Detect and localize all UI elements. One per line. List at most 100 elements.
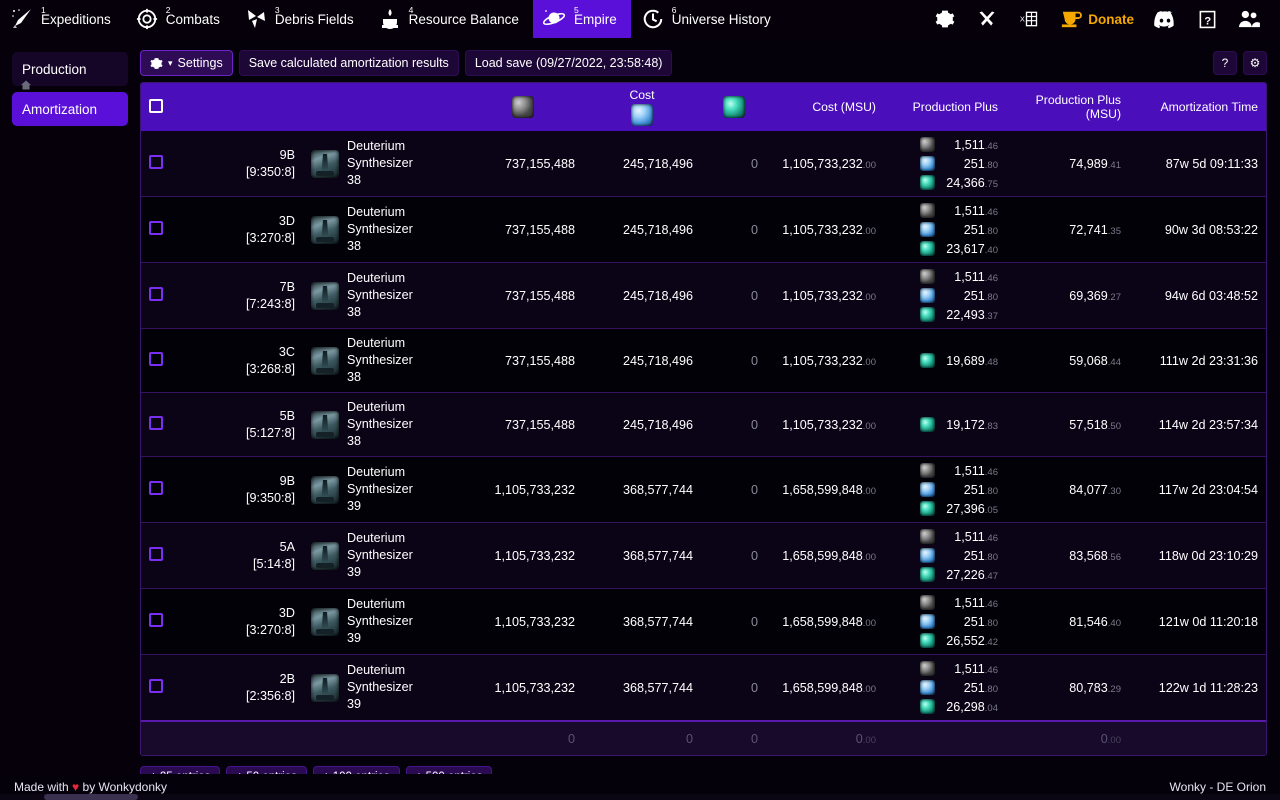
row-select-cell[interactable] — [141, 197, 183, 263]
table-row[interactable]: 2B [2:356:8] Deuterium Synthesizer39 1,1… — [141, 655, 1266, 722]
crystal-icon — [920, 614, 935, 629]
table-body: 9B [9:350:8] Deuterium Synthesizer38 737… — [141, 131, 1266, 721]
coordinate-full: [5:127:8] — [191, 425, 295, 442]
row-select-cell[interactable] — [141, 263, 183, 329]
coordinate-full: [2:356:8] — [191, 688, 295, 705]
nav-label: 6 Universe History — [672, 12, 771, 27]
building-cell: Deuterium Synthesizer39 — [303, 523, 463, 589]
row-checkbox[interactable] — [149, 679, 163, 693]
sidebar: Production Amortization — [0, 38, 140, 800]
nav-item-empire[interactable]: 5 Empire — [533, 0, 631, 38]
crystal-cost-header[interactable]: Cost — [583, 83, 701, 131]
horizontal-scrollbar-thumb[interactable] — [44, 794, 138, 800]
production-decimal: .46 — [985, 141, 998, 152]
building: Deuterium Synthesizer38 — [311, 335, 455, 386]
nav-label: 2 Combats — [166, 12, 220, 27]
row-select-cell[interactable] — [141, 329, 183, 393]
table-row[interactable]: 5B [5:127:8] Deuterium Synthesizer38 737… — [141, 393, 1266, 457]
metal-icon — [920, 137, 935, 152]
excel-export-icon[interactable]: X — [1008, 0, 1050, 38]
save-results-button[interactable]: Save calculated amortization results — [239, 50, 459, 76]
table-row[interactable]: 5A [5:14:8] Deuterium Synthesizer39 1,10… — [141, 523, 1266, 589]
help-question-icon[interactable]: ? — [1186, 0, 1228, 38]
building-header[interactable] — [303, 83, 463, 131]
production-line: 251.80 — [892, 222, 998, 237]
production-line: 19,172.83 — [892, 417, 998, 432]
row-select-cell[interactable] — [141, 131, 183, 197]
row-checkbox[interactable] — [149, 547, 163, 561]
sidebar-item-production[interactable]: Production — [12, 52, 128, 86]
production-decimal: .47 — [985, 571, 998, 582]
production-decimal: .40 — [985, 245, 998, 256]
coordinate-cell: 9B [9:350:8] — [183, 457, 303, 523]
footer-check — [141, 721, 183, 755]
production-value: 251.80 — [942, 157, 998, 171]
amortization-time-header[interactable]: Amortization Time — [1129, 83, 1266, 131]
table-settings-button[interactable]: ⚙ — [1243, 51, 1267, 75]
coordinate-full: [5:14:8] — [191, 556, 295, 573]
row-checkbox[interactable] — [149, 416, 163, 430]
table-row[interactable]: 3D [3:270:8] Deuterium Synthesizer39 1,1… — [141, 589, 1266, 655]
select-all-checkbox[interactable] — [149, 99, 163, 113]
production-decimal: .05 — [985, 505, 998, 516]
footer-production-plus — [884, 721, 1006, 755]
production-decimal: .83 — [985, 421, 998, 432]
row-checkbox[interactable] — [149, 481, 163, 495]
sidebar-item-label: Amortization — [22, 102, 97, 117]
building-cell: Deuterium Synthesizer38 — [303, 131, 463, 197]
metal-cost-cell: 737,155,488 — [463, 393, 583, 457]
gear-icon[interactable] — [924, 0, 966, 38]
production-plus-header[interactable]: Production Plus — [884, 83, 1006, 131]
building-name: Deuterium Synthesizer38 — [347, 399, 455, 450]
help-button[interactable]: ? — [1213, 51, 1237, 75]
row-select-cell[interactable] — [141, 655, 183, 722]
production-plus-msu-header[interactable]: Production Plus (MSU) — [1006, 83, 1129, 131]
table-row[interactable]: 3C [3:268:8] Deuterium Synthesizer38 737… — [141, 329, 1266, 393]
cost-msu-cell: 1,105,733,232.00 — [766, 197, 884, 263]
table-row[interactable]: 3D [3:270:8] Deuterium Synthesizer38 737… — [141, 197, 1266, 263]
row-select-cell[interactable] — [141, 457, 183, 523]
deuterium-cost-header[interactable] — [701, 83, 766, 131]
table-row[interactable]: 9B [9:350:8] Deuterium Synthesizer39 1,1… — [141, 457, 1266, 523]
table-row[interactable]: 9B [9:350:8] Deuterium Synthesizer38 737… — [141, 131, 1266, 197]
row-select-cell[interactable] — [141, 393, 183, 457]
chevron-down-icon: ▾ — [168, 58, 173, 69]
metal-cost-header[interactable] — [463, 83, 583, 131]
row-select-cell[interactable] — [141, 523, 183, 589]
nav-item-universe-history[interactable]: 6 Universe History — [631, 0, 785, 38]
coordinate-short: 9B — [191, 147, 295, 164]
nav-item-resource-balance[interactable]: 4 Resource Balance — [368, 0, 533, 38]
row-checkbox[interactable] — [149, 155, 163, 169]
tools-icon[interactable] — [966, 0, 1008, 38]
production-plus-cell: 1,511.46 251.80 27,226.47 — [884, 523, 1006, 589]
users-icon[interactable] — [1228, 0, 1270, 38]
question-mark-icon: ? — [1222, 56, 1229, 70]
deuterium-cost-cell: 0 — [701, 457, 766, 523]
footer-amortization-time — [1129, 721, 1266, 755]
coordinate-header[interactable] — [183, 83, 303, 131]
row-checkbox[interactable] — [149, 287, 163, 301]
table-row[interactable]: 7B [7:243:8] Deuterium Synthesizer38 737… — [141, 263, 1266, 329]
horizontal-scrollbar-track[interactable] — [0, 794, 1280, 800]
building: Deuterium Synthesizer38 — [311, 270, 455, 321]
sidebar-item-amortization[interactable]: Amortization — [12, 92, 128, 126]
production-line: 26,552.42 — [892, 633, 998, 648]
metal-cost-cell: 1,105,733,232 — [463, 457, 583, 523]
settings-button[interactable]: ▾ Settings — [140, 50, 233, 76]
discord-icon[interactable] — [1144, 0, 1186, 38]
building: Deuterium Synthesizer39 — [311, 596, 455, 647]
row-checkbox[interactable] — [149, 221, 163, 235]
cost-msu-header[interactable]: Cost (MSU) — [766, 83, 884, 131]
nav-item-combats[interactable]: 2 Combats — [125, 0, 234, 38]
donate-button[interactable]: Donate — [1050, 0, 1144, 38]
nav-item-debris-fields[interactable]: 3 Debris Fields — [234, 0, 368, 38]
nav-item-expeditions[interactable]: 1 Expeditions — [0, 0, 125, 38]
row-checkbox[interactable] — [149, 613, 163, 627]
production-plus: 1,511.46 251.80 27,396.05 — [892, 463, 998, 516]
footer-cost-msu: 0.00 — [766, 721, 884, 755]
production-plus: 1,511.46 251.80 27,226.47 — [892, 529, 998, 582]
coordinate-short: 5B — [191, 408, 295, 425]
row-select-cell[interactable] — [141, 589, 183, 655]
load-save-button[interactable]: Load save (09/27/2022, 23:58:48) — [465, 50, 673, 76]
row-checkbox[interactable] — [149, 352, 163, 366]
